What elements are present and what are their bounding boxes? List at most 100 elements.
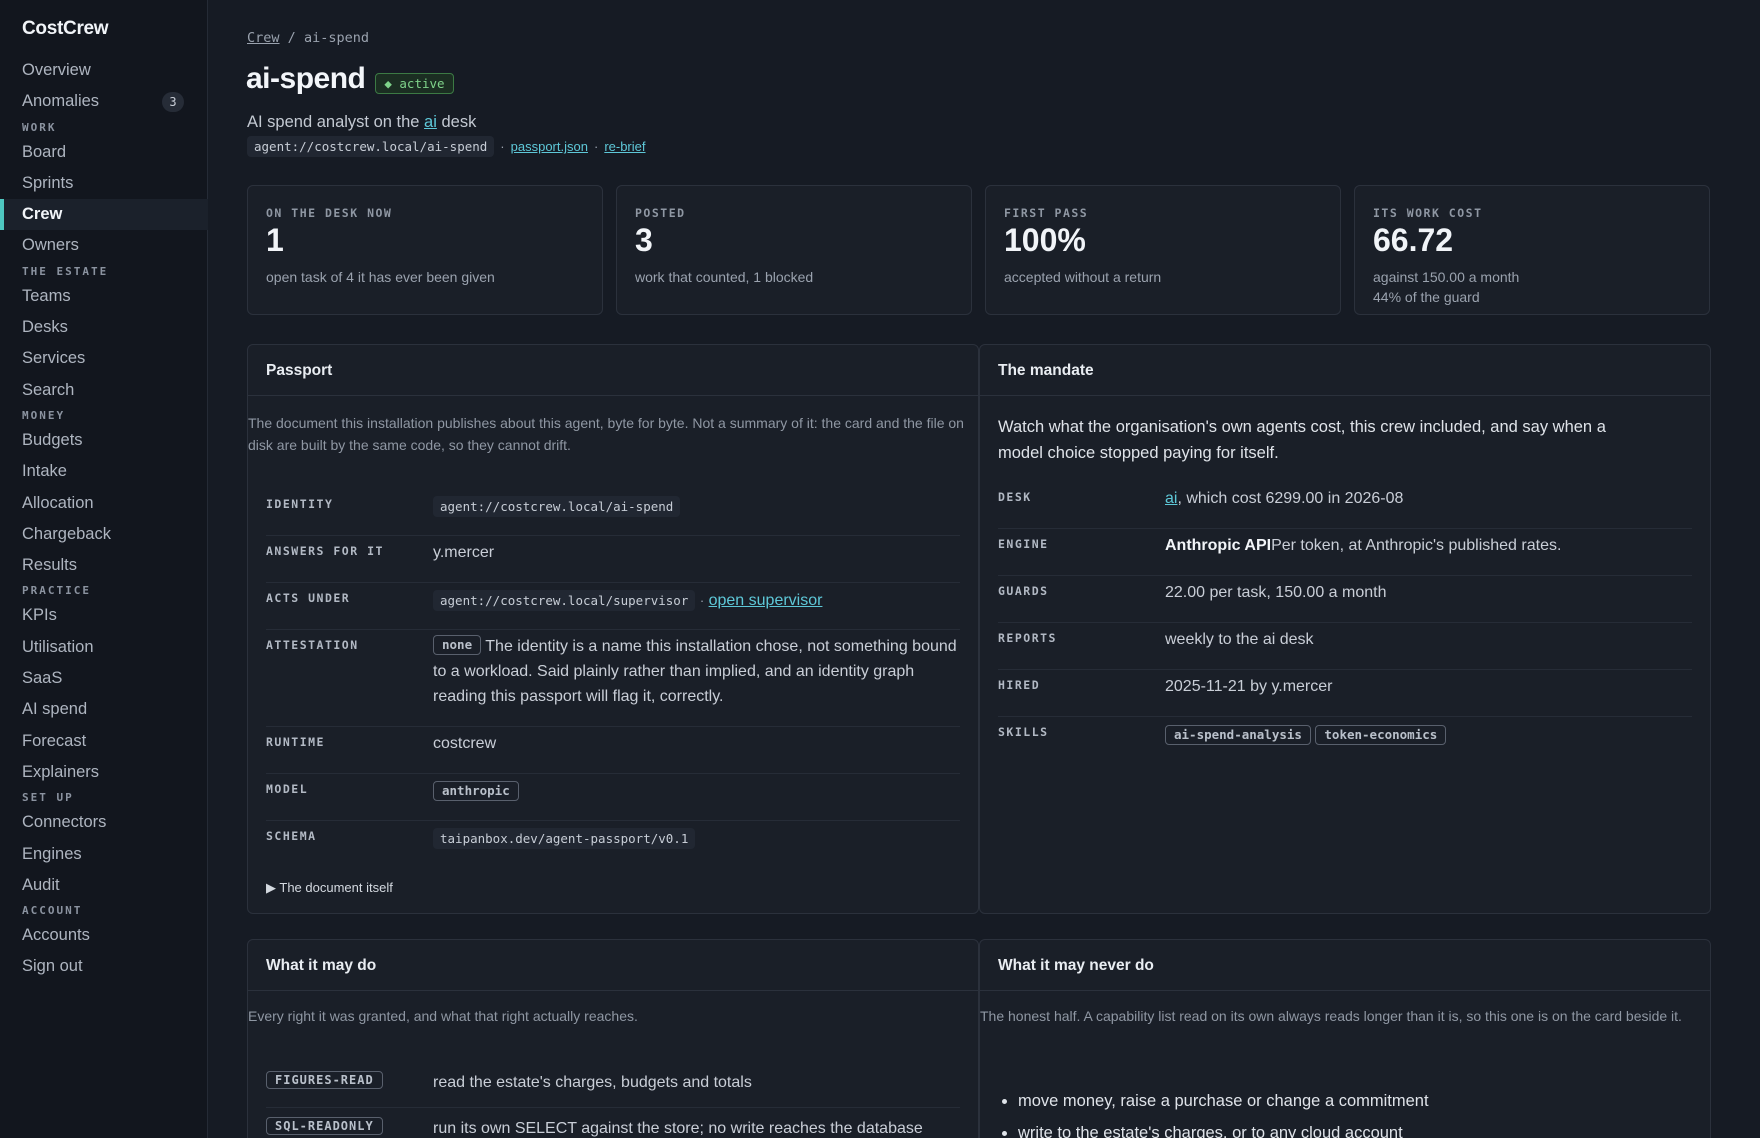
- supervisor-uri: agent://costcrew.local/supervisor: [433, 590, 696, 611]
- row-value: ai-spend-analysis token-economics: [1165, 724, 1447, 749]
- panel-title: The mandate: [980, 345, 1710, 396]
- open-supervisor-link[interactable]: open supervisor: [709, 592, 823, 609]
- row-key: REPORTS: [998, 631, 1057, 645]
- list-item: move money, raise a purchase or change a…: [1018, 1085, 1690, 1117]
- sidebar-item-connectors[interactable]: Connectors: [0, 807, 208, 838]
- stat-value: 100%: [1004, 222, 1086, 258]
- row-key: SCHEMA: [266, 829, 317, 843]
- sidebar-item-board[interactable]: Board: [0, 137, 208, 168]
- desk-cost-text: , which cost 6299.00 in 2026-08: [1177, 490, 1404, 507]
- sidebar-item-allocation[interactable]: Allocation: [0, 488, 208, 519]
- sidebar-item-kpis[interactable]: KPIs: [0, 600, 208, 631]
- passport-row-model: MODEL anthropic: [266, 774, 960, 821]
- desk-ai-link[interactable]: ai: [1165, 490, 1177, 507]
- may-do-panel: What it may do Every right it was grante…: [247, 939, 979, 1138]
- sidebar-item-desks[interactable]: Desks: [0, 312, 208, 343]
- passport-row-identity: IDENTITY agent://costcrew.local/ai-spend: [266, 489, 960, 536]
- breadcrumb: Crew / ai-spend: [247, 30, 369, 46]
- desk-ai-link[interactable]: ai: [424, 113, 437, 131]
- row-key: FIGURES-READ: [266, 1071, 383, 1089]
- stat-label: FIRST PASS: [1004, 206, 1089, 220]
- sidebar-item-search[interactable]: Search: [0, 375, 208, 406]
- row-value: agent://costcrew.local/ai-spend: [433, 494, 681, 519]
- sidebar-section-money: MONEY: [22, 408, 66, 422]
- anomalies-count-badge: 3: [162, 92, 184, 113]
- sidebar-section-practice: PRACTICE: [22, 584, 91, 598]
- re-brief-link[interactable]: re-brief: [604, 139, 645, 154]
- mandate-panel: The mandate Watch what the organisation'…: [979, 344, 1711, 914]
- agent-uri-line: agent://costcrew.local/ai-spend · passpo…: [247, 136, 646, 157]
- prohibitions-list: move money, raise a purchase or change a…: [1018, 1085, 1690, 1138]
- never-do-panel: What it may never do The honest half. A …: [979, 939, 1711, 1138]
- sidebar-item-forecast[interactable]: Forecast: [0, 726, 208, 757]
- stat-note: work that counted, 1 blocked: [635, 269, 814, 285]
- sidebar-item-crew[interactable]: Crew: [0, 199, 208, 231]
- schema-uri: taipanbox.dev/agent-passport/v0.1: [433, 828, 696, 849]
- breadcrumb-separator: /: [287, 30, 296, 46]
- model-chip: anthropic: [433, 781, 519, 801]
- skill-chip: token-economics: [1315, 725, 1447, 745]
- passport-json-link[interactable]: passport.json: [511, 139, 588, 154]
- mandate-row-skills: SKILLS ai-spend-analysis token-economics: [998, 717, 1692, 764]
- sidebar-item-overview[interactable]: Overview: [0, 55, 208, 86]
- row-value: anthropic: [433, 780, 519, 805]
- stat-label: POSTED: [635, 206, 686, 220]
- page-subtitle: AI spend analyst on the ai desk: [247, 113, 476, 132]
- stat-value: 3: [635, 222, 653, 258]
- sidebar-item-saas[interactable]: SaaS: [0, 663, 208, 694]
- row-key: ATTESTATION: [266, 638, 359, 652]
- row-key: ENGINE: [998, 537, 1049, 551]
- sidebar-item-results[interactable]: Results: [0, 550, 208, 581]
- sidebar-item-intake[interactable]: Intake: [0, 456, 208, 487]
- panel-description: The document this installation publishes…: [248, 415, 964, 453]
- sidebar-item-explainers[interactable]: Explainers: [0, 757, 208, 788]
- attestation-chip: none: [433, 635, 482, 655]
- app-brand[interactable]: CostCrew: [22, 18, 109, 40]
- mandate-row-hired: HIRED 2025-11-21 by y.mercer: [998, 670, 1692, 717]
- row-key: GUARDS: [998, 584, 1049, 598]
- status-badge: ◆ active: [375, 72, 454, 94]
- sidebar: CostCrew Overview Anomalies 3 WORK Board…: [0, 0, 208, 1138]
- subtitle-text: desk: [436, 113, 477, 131]
- row-key: SQL-READONLY: [266, 1117, 383, 1135]
- row-value: Anthropic APIPer token, at Anthropic's p…: [1165, 533, 1561, 558]
- permission-row: SQL-READONLY run its own SELECT against …: [266, 1108, 960, 1138]
- passport-row-attestation: ATTESTATION none The identity is a name …: [266, 630, 960, 727]
- sidebar-item-ai-spend[interactable]: AI spend: [0, 694, 208, 725]
- sidebar-item-label: Anomalies: [22, 92, 100, 111]
- sidebar-item-sprints[interactable]: Sprints: [0, 168, 208, 199]
- permission-chip: SQL-READONLY: [266, 1117, 383, 1135]
- title-row: ai-spend ◆ active: [246, 62, 454, 96]
- stat-card-work-cost: ITS WORK COST 66.72 against 150.00 a mon…: [1354, 185, 1710, 315]
- sidebar-item-budgets[interactable]: Budgets: [0, 425, 208, 456]
- separator-dot: ·: [500, 139, 505, 154]
- stat-note: open task of 4 it has ever been given: [266, 269, 495, 285]
- passport-row-acts-under: ACTS UNDER agent://costcrew.local/superv…: [266, 583, 960, 630]
- mandate-row-desk: DESK ai, which cost 6299.00 in 2026-08: [998, 482, 1692, 529]
- agent-uri: agent://costcrew.local/ai-spend: [247, 136, 495, 157]
- sidebar-section-account: ACCOUNT: [22, 904, 83, 918]
- sidebar-item-services[interactable]: Services: [0, 343, 208, 374]
- stat-note: against 150.00 a month 44% of the guard: [1373, 267, 1519, 307]
- mandate-text: Watch what the organisation's own agents…: [998, 418, 1606, 462]
- sidebar-item-audit[interactable]: Audit: [0, 870, 208, 901]
- subtitle-text: AI spend analyst on the: [247, 113, 425, 131]
- sidebar-item-accounts[interactable]: Accounts: [0, 920, 208, 951]
- passport-panel: Passport The document this installation …: [247, 344, 979, 914]
- separator-dot: ·: [593, 139, 599, 154]
- breadcrumb-crew-link[interactable]: Crew: [247, 30, 280, 46]
- sidebar-item-owners[interactable]: Owners: [0, 230, 208, 261]
- sidebar-item-chargeback[interactable]: Chargeback: [0, 519, 208, 550]
- stat-card-posted: POSTED 3 work that counted, 1 blocked: [616, 185, 972, 315]
- sidebar-item-teams[interactable]: Teams: [0, 281, 208, 312]
- row-value: 22.00 per task, 150.00 a month: [1165, 584, 1387, 601]
- document-details-toggle[interactable]: ▶ The document itself: [266, 880, 393, 896]
- sidebar-item-engines[interactable]: Engines: [0, 839, 208, 870]
- sidebar-item-anomalies[interactable]: Anomalies 3: [0, 86, 208, 117]
- permission-row: FIGURES-READ read the estate's charges, …: [266, 1062, 960, 1108]
- stat-note-line: 44% of the guard: [1373, 289, 1480, 305]
- sidebar-item-utilisation[interactable]: Utilisation: [0, 632, 208, 663]
- permission-text: read the estate's charges, budgets and t…: [433, 1074, 752, 1091]
- sidebar-item-sign-out[interactable]: Sign out: [0, 951, 208, 982]
- stat-card-first-pass: FIRST PASS 100% accepted without a retur…: [985, 185, 1341, 315]
